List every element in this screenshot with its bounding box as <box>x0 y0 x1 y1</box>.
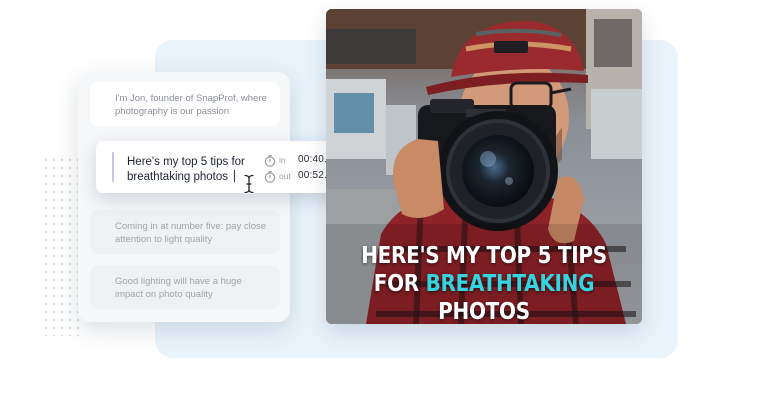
video-caption-line-1: HERE'S MY TOP 5 TIPS <box>361 241 607 269</box>
segment-text: I'm Jon, founder of SnapProf, where phot… <box>115 93 267 117</box>
active-transcript-segment[interactable]: Here's my top 5 tips for breathtaking ph… <box>96 141 357 194</box>
transcript-panel: I'm Jon, founder of SnapProf, where phot… <box>78 72 290 322</box>
transcript-segment[interactable]: Good lighting will have a huge impact on… <box>90 265 280 309</box>
text-caret <box>234 170 236 182</box>
transcript-segment[interactable]: I'm Jon, founder of SnapProf, where phot… <box>90 82 280 126</box>
caption-highlight-word: BREATHTAKING <box>425 269 595 297</box>
out-label: out <box>279 171 291 181</box>
segment-text: Coming in at number five: pay close atte… <box>115 221 267 245</box>
segment-text: Good lighting will have a huge impact on… <box>115 276 242 300</box>
video-caption-line-2: FOR BREATHTAKING PHOTOS <box>373 269 595 324</box>
video-preview[interactable]: HERE'S MY TOP 5 TIPS FOR BREATHTAKING PH… <box>326 9 642 324</box>
transcript-segment[interactable]: Coming in at number five: pay close atte… <box>90 210 280 254</box>
text-cursor-icon <box>243 174 255 194</box>
in-label: in <box>279 155 286 165</box>
stopwatch-icon <box>264 171 276 183</box>
active-segment-text-field[interactable]: Here's my top 5 tips for breathtaking ph… <box>127 155 252 185</box>
segment-text: Here's my top 5 tips for breathtaking ph… <box>127 156 245 183</box>
decorative-dot-grid <box>42 156 82 336</box>
stopwatch-icon <box>264 155 276 167</box>
active-segment-marker <box>112 152 114 182</box>
editor-canvas: I'm Jon, founder of SnapProf, where phot… <box>0 0 768 420</box>
